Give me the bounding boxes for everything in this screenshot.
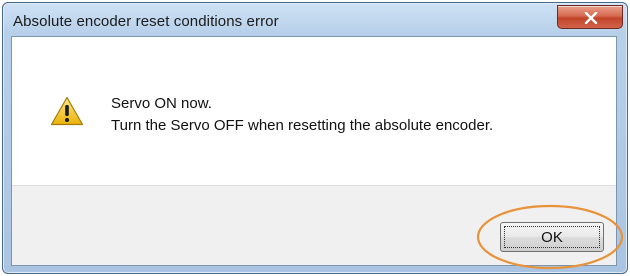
message-line-1: Servo ON now. bbox=[111, 95, 212, 112]
dialog-body: Servo ON now. Turn the Servo OFF when re… bbox=[11, 36, 617, 266]
warning-icon bbox=[50, 96, 84, 126]
close-button[interactable] bbox=[557, 5, 623, 29]
message-area: Servo ON now. Turn the Servo OFF when re… bbox=[12, 37, 616, 185]
window-title: Absolute encoder reset conditions error bbox=[13, 13, 279, 30]
button-bar: OK bbox=[12, 185, 616, 265]
dialog-window: Absolute encoder reset conditions error bbox=[0, 0, 630, 276]
title-bar[interactable]: Absolute encoder reset conditions error bbox=[9, 5, 625, 37]
close-icon bbox=[584, 12, 598, 24]
ok-button-label: OK bbox=[541, 228, 563, 246]
message-line-2: Turn the Servo OFF when resetting the ab… bbox=[111, 117, 494, 134]
ok-button[interactable]: OK bbox=[500, 222, 604, 252]
